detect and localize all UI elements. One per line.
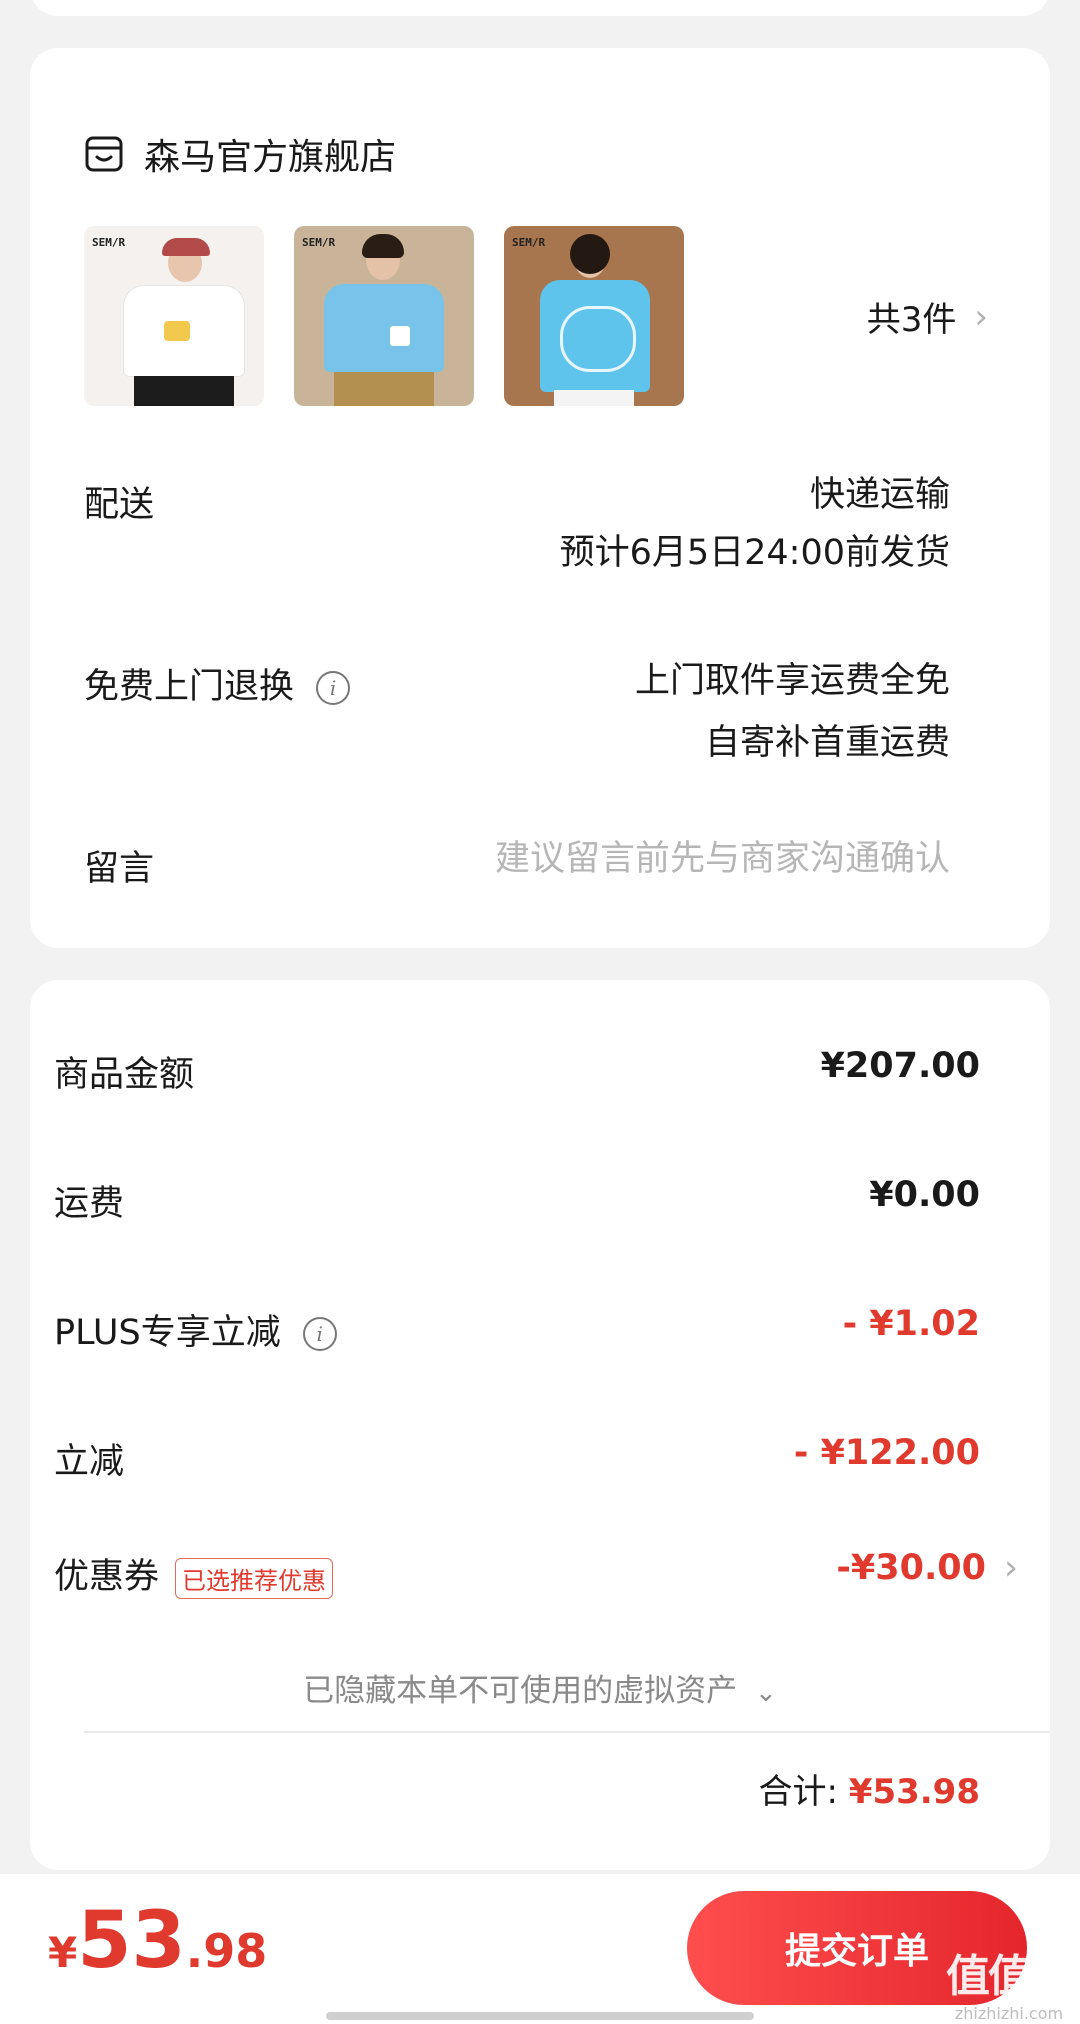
store-card: 森马官方旗舰店 SEM/R SEM/R SEM/R 共3件 › 配送 快递运输 …	[30, 48, 1050, 948]
delivery-row: 配送 快递运输 预计6月5日24:00前发货	[84, 475, 950, 606]
coupon-label: 优惠券	[54, 1557, 160, 1597]
chevron-down-icon: ⌄	[755, 1678, 777, 1708]
price-card	[30, 980, 1050, 1870]
plus-discount-value: - ¥1.02	[842, 1304, 980, 1344]
store-icon	[85, 136, 123, 172]
note-input[interactable]: 建议留言前先与商家沟通确认	[495, 830, 950, 888]
model-cap	[162, 238, 210, 256]
delivery-value: 快递运输 预计6月5日24:00前发货	[560, 466, 950, 582]
previous-card-edge	[30, 0, 1050, 16]
shipping-label: 运费	[54, 1184, 125, 1224]
return-line1: 上门取件享运费全免	[634, 661, 950, 701]
model-pants	[134, 376, 234, 406]
coupon-row[interactable]: 优惠券 已选推荐优惠 -¥30.00 ›	[54, 1548, 1018, 1608]
model-hair	[570, 234, 610, 274]
item-count-label: 共3件	[866, 300, 957, 340]
store-header[interactable]: 森马官方旗舰店	[84, 128, 396, 180]
divider	[84, 1731, 1050, 1733]
watermark: 值值值 zhizhizhi.com	[946, 1940, 1074, 2023]
delivery-label: 配送	[84, 485, 155, 525]
watermark-logo: 值值值	[946, 1951, 1074, 2002]
note-row[interactable]: 留言 建议留言前先与商家沟通确认	[84, 839, 950, 900]
coupon-value-group: -¥30.00 ›	[836, 1548, 1018, 1588]
product-thumb-3[interactable]: SEM/R	[504, 226, 684, 406]
return-value: 上门取件享运费全免 自寄补首重运费	[635, 650, 950, 774]
coupon-badge: 已选推荐优惠	[175, 1557, 334, 1599]
store-name: 森马官方旗舰店	[144, 137, 397, 178]
shipping-row: 运费 ¥0.00	[54, 1175, 980, 1235]
chevron-right-icon: ›	[974, 296, 988, 337]
return-row: 免费上门退换 i 上门取件享运费全免 自寄补首重运费	[84, 658, 950, 788]
delivery-eta: 预计6月5日24:00前发货	[559, 533, 950, 573]
goods-amount-row: 商品金额 ¥207.00	[54, 1046, 980, 1106]
total-value: ¥53.98	[848, 1772, 980, 1812]
return-label: 免费上门退换	[84, 667, 295, 707]
plus-discount-label: PLUS专享立减	[54, 1313, 281, 1353]
thumb-brand-tag: SEM/R	[92, 236, 126, 249]
home-indicator	[326, 2012, 754, 2020]
plus-discount-label-group: PLUS专享立减 i	[54, 1304, 337, 1355]
payable-amount: ¥53.98	[48, 1896, 267, 1986]
hidden-assets-label: 已隐藏本单不可使用的虚拟资产	[303, 1673, 738, 1709]
return-label-group: 免费上门退换 i	[84, 658, 351, 709]
instant-discount-label: 立减	[54, 1442, 125, 1482]
product-thumb-2[interactable]: SEM/R	[294, 226, 474, 406]
model-pants	[334, 372, 434, 406]
shipping-value: ¥0.00	[869, 1175, 980, 1215]
shirt-print	[390, 326, 410, 346]
model-shirt	[324, 284, 444, 372]
goods-amount-label: 商品金额	[54, 1055, 195, 1095]
info-icon[interactable]: i	[316, 671, 351, 705]
total-label: 合计:	[758, 1772, 838, 1812]
goods-amount-value: ¥207.00	[820, 1046, 980, 1086]
info-icon[interactable]: i	[302, 1317, 337, 1351]
return-line2: 自寄补首重运费	[704, 723, 950, 763]
payable-integer: 53	[77, 1896, 186, 1986]
product-thumb-1[interactable]: SEM/R	[84, 226, 264, 406]
order-total: 合计: ¥53.98	[759, 1764, 980, 1813]
model-pants	[554, 390, 634, 406]
model-hair	[362, 234, 404, 258]
item-count-link[interactable]: 共3件 ›	[867, 292, 988, 341]
shirt-print	[164, 321, 190, 341]
instant-discount-row: 立减 - ¥122.00	[54, 1433, 980, 1493]
coupon-label-group: 优惠券 已选推荐优惠	[54, 1548, 334, 1599]
thumb-brand-tag: SEM/R	[302, 236, 336, 249]
watermark-url: zhizhizhi.com	[954, 2004, 1064, 2023]
payable-decimal: .98	[185, 1924, 268, 1978]
payable-currency: ¥	[48, 1928, 78, 1977]
chevron-right-icon: ›	[1004, 1548, 1018, 1588]
thumb-brand-tag: SEM/R	[512, 236, 546, 249]
hidden-assets-toggle[interactable]: 已隐藏本单不可使用的虚拟资产 ⌄	[30, 1665, 1050, 1710]
delivery-method: 快递运输	[809, 475, 950, 515]
plus-discount-row: PLUS专享立减 i - ¥1.02	[54, 1304, 980, 1364]
note-label: 留言	[84, 849, 155, 889]
instant-discount-value: - ¥122.00	[793, 1433, 980, 1473]
product-thumbnails[interactable]: SEM/R SEM/R SEM/R	[84, 226, 714, 406]
coupon-value: -¥30.00	[836, 1548, 986, 1588]
shirt-print	[560, 306, 636, 372]
